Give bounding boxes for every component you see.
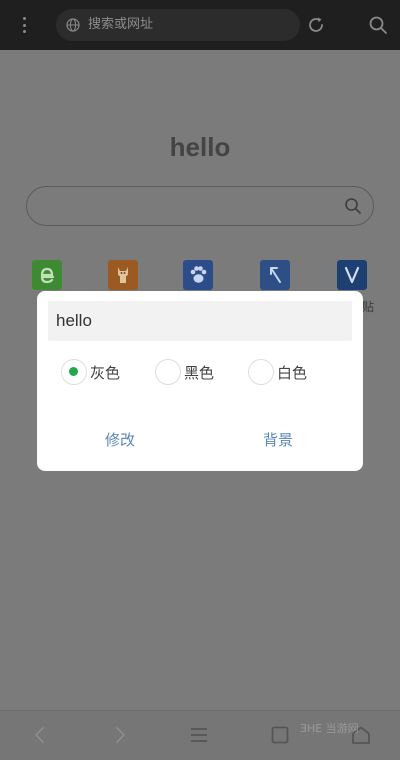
theme-dialog: 灰色 黑色 白色 修改 背景 [37, 291, 363, 471]
shortcut-alpaca[interactable] [108, 260, 138, 290]
bottom-toolbar: ƎHE 当游网 [0, 710, 400, 760]
back-icon[interactable] [30, 725, 50, 745]
search-icon[interactable] [368, 15, 388, 35]
shortcut-v[interactable] [337, 260, 367, 290]
radio-gray[interactable]: 灰色 [61, 359, 120, 385]
shortcut-arrow[interactable] [260, 260, 290, 290]
forward-icon[interactable] [110, 725, 130, 745]
address-bar: 搜索或网址 [0, 0, 400, 50]
menu-icon[interactable] [188, 725, 210, 745]
home-search-box[interactable] [26, 186, 374, 226]
url-placeholder: 搜索或网址 [88, 17, 154, 32]
arrow-icon [270, 267, 281, 283]
tabs-icon[interactable] [270, 725, 290, 745]
shortcut-label: 贴 [362, 300, 375, 314]
shortcut-e[interactable] [32, 260, 62, 290]
background-button[interactable]: 背景 [263, 429, 293, 450]
title-input[interactable] [48, 301, 352, 341]
radio-white[interactable]: 白色 [248, 359, 307, 385]
radio-circle-checked[interactable] [61, 359, 87, 385]
home-title: hello [169, 132, 231, 162]
radio-black[interactable]: 黑色 [155, 359, 214, 385]
url-field[interactable]: 搜索或网址 [56, 9, 300, 41]
globe-icon [66, 18, 80, 32]
e-icon [40, 267, 55, 284]
paw-icon [190, 266, 207, 283]
modify-button[interactable]: 修改 [105, 429, 135, 450]
refresh-icon[interactable] [306, 15, 326, 35]
radio-circle[interactable] [248, 359, 274, 385]
v-icon [344, 266, 360, 284]
radio-label-black: 黑色 [184, 363, 215, 382]
shortcut-paw[interactable] [183, 260, 213, 290]
more-vertical-icon[interactable] [14, 14, 34, 36]
search-icon[interactable] [344, 197, 362, 215]
watermark: ƎHE 当游网 [300, 722, 359, 735]
alpaca-icon [118, 267, 128, 283]
radio-circle[interactable] [155, 359, 181, 385]
radio-label-white: 白色 [277, 363, 308, 382]
radio-label-gray: 灰色 [90, 363, 121, 382]
